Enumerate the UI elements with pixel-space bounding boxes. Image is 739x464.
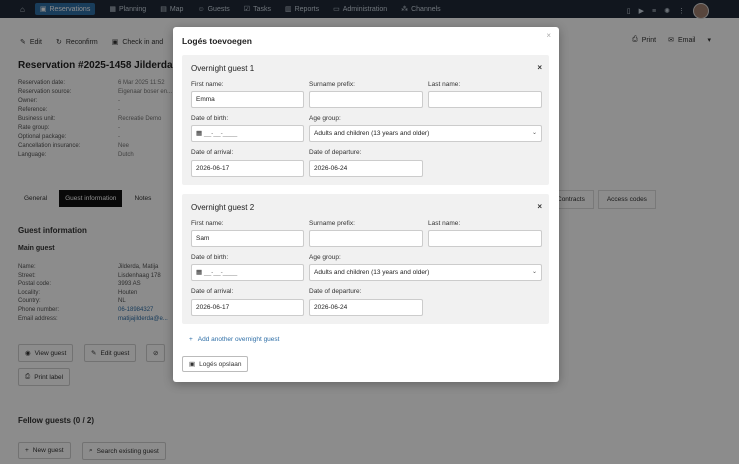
surname-prefix-label: Surname prefix: [309,220,355,227]
dob-input[interactable]: ▦ __-__-____ [191,125,304,142]
surname-prefix-label: Surname prefix: [309,81,355,88]
overnight-guest-card: Overnight guest 1 × First name: Surname … [182,55,549,185]
departure-label: Date of departure: [309,149,362,156]
chevron-down-icon: ⌄ [531,269,537,275]
dob-input[interactable]: ▦ __-__-____ [191,264,304,281]
first-name-label: First name: [191,220,224,227]
surname-prefix-input[interactable] [309,91,423,108]
save-overnight-guests-button[interactable]: ▣ Logés opslaan [182,356,249,372]
age-group-label: Age group: [309,254,341,261]
overnight-guest-card: Overnight guest 2 × First name: Surname … [182,194,549,324]
remove-guest-icon[interactable]: × [537,63,542,72]
guest-card-title: Overnight guest 1 [191,64,255,73]
first-name-input[interactable]: Sam [191,230,304,247]
surname-prefix-input[interactable] [309,230,423,247]
save-icon: ▣ [189,361,196,368]
arrival-input[interactable]: 2026-06-17 [191,299,304,316]
dob-label: Date of birth: [191,115,229,122]
modal-title: Logés toevoegen [182,36,252,46]
last-name-input[interactable] [428,91,542,108]
chevron-down-icon: ⌄ [531,130,537,136]
add-overnight-guests-modal: Logés toevoegen × Overnight guest 1 × Fi… [173,27,559,382]
add-overnight-guest-link[interactable]: + Add another overnight guest [189,336,279,343]
age-group-select[interactable]: Adults and children (13 years and older)… [309,264,542,281]
guest-card-title: Overnight guest 2 [191,203,255,212]
age-group-select[interactable]: Adults and children (13 years and older)… [309,125,542,142]
last-name-input[interactable] [428,230,542,247]
calendar-icon: ▦ [196,130,204,137]
first-name-input[interactable]: Emma [191,91,304,108]
arrival-label: Date of arrival: [191,149,234,156]
arrival-input[interactable]: 2026-06-17 [191,160,304,177]
arrival-label: Date of arrival: [191,288,234,295]
age-group-label: Age group: [309,115,341,122]
calendar-icon: ▦ [196,269,204,276]
departure-input[interactable]: 2026-06-24 [309,160,423,177]
remove-guest-icon[interactable]: × [537,202,542,211]
dob-label: Date of birth: [191,254,229,261]
last-name-label: Last name: [428,220,461,227]
plus-icon: + [189,336,193,343]
departure-label: Date of departure: [309,288,362,295]
close-icon[interactable]: × [546,31,551,40]
first-name-label: First name: [191,81,224,88]
departure-input[interactable]: 2026-06-24 [309,299,423,316]
last-name-label: Last name: [428,81,461,88]
